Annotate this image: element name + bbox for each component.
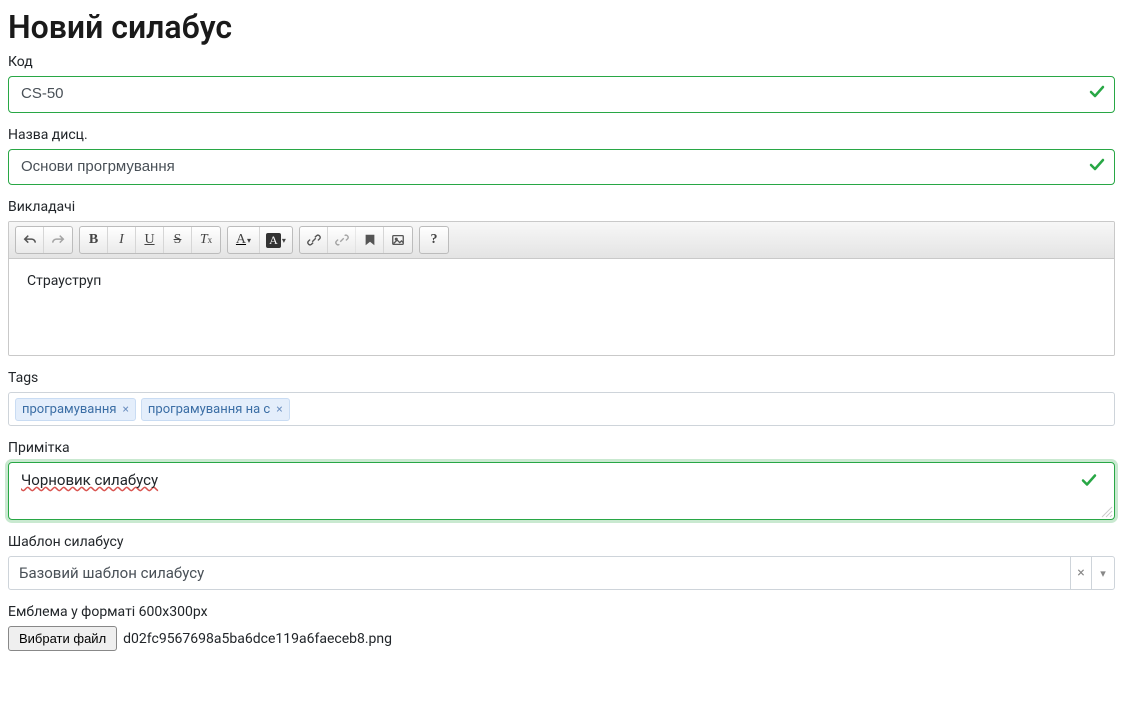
italic-button[interactable]: I <box>108 227 136 253</box>
choose-file-button[interactable]: Вибрати файл <box>8 626 117 651</box>
remove-format-button[interactable]: Tx <box>192 227 220 253</box>
unlink-button[interactable] <box>328 227 356 253</box>
tag-remove-icon[interactable]: × <box>122 403 128 415</box>
field-code: Код <box>8 54 1115 113</box>
name-label: Назва дисц. <box>8 127 1115 143</box>
template-value: Базовий шаблон силабусу <box>9 557 1070 589</box>
tag-text: програмування на c <box>148 402 270 417</box>
undo-button[interactable] <box>16 227 44 253</box>
page-title: Новий силабус <box>8 8 1115 46</box>
field-template: Шаблон силабусу Базовий шаблон силабусу … <box>8 534 1115 590</box>
code-label: Код <box>8 54 1115 70</box>
selected-filename: d02fc9567698a5ba6dce119a6faeceb8.png <box>123 631 392 647</box>
tags-input[interactable]: програмування × програмування на c × <box>8 392 1115 426</box>
template-label: Шаблон силабусу <box>8 534 1115 550</box>
editor-toolbar: B I U S Tx A▾ A▾ <box>9 222 1114 259</box>
tags-label: Tags <box>8 370 1115 386</box>
field-name: Назва дисц. <box>8 127 1115 186</box>
editor-content[interactable]: Страуструп <box>9 259 1114 355</box>
bg-color-button[interactable]: A▾ <box>260 227 292 253</box>
strike-button[interactable]: S <box>164 227 192 253</box>
rich-editor: B I U S Tx A▾ A▾ <box>8 221 1115 356</box>
anchor-button[interactable] <box>356 227 384 253</box>
field-tags: Tags програмування × програмування на c × <box>8 370 1115 426</box>
tag-text: програмування <box>22 402 116 417</box>
field-emblem: Емблема у форматі 600х300рх Вибрати файл… <box>8 604 1115 651</box>
help-button[interactable]: ? <box>420 227 448 253</box>
note-textarea[interactable]: Чорновик силабусу <box>8 462 1115 520</box>
underline-button[interactable]: U <box>136 227 164 253</box>
template-select[interactable]: Базовий шаблон силабусу × ▾ <box>8 556 1115 590</box>
text-color-button[interactable]: A▾ <box>228 227 260 253</box>
code-input[interactable] <box>8 76 1115 113</box>
teachers-label: Викладачі <box>8 199 1115 215</box>
tag-pill: програмування × <box>15 398 136 421</box>
note-label: Примітка <box>8 440 1115 456</box>
field-note: Примітка Чорновик силабусу <box>8 440 1115 520</box>
field-teachers: Викладачі B I U S Tx A▾ <box>8 199 1115 356</box>
emblem-label: Емблема у форматі 600х300рх <box>8 604 1115 620</box>
link-button[interactable] <box>300 227 328 253</box>
clear-icon[interactable]: × <box>1070 557 1092 589</box>
redo-button[interactable] <box>44 227 72 253</box>
name-input[interactable] <box>8 149 1115 186</box>
tag-pill: програмування на c × <box>141 398 290 421</box>
image-button[interactable] <box>384 227 412 253</box>
bold-button[interactable]: B <box>80 227 108 253</box>
chevron-down-icon[interactable]: ▾ <box>1092 557 1114 589</box>
tag-remove-icon[interactable]: × <box>276 403 282 415</box>
